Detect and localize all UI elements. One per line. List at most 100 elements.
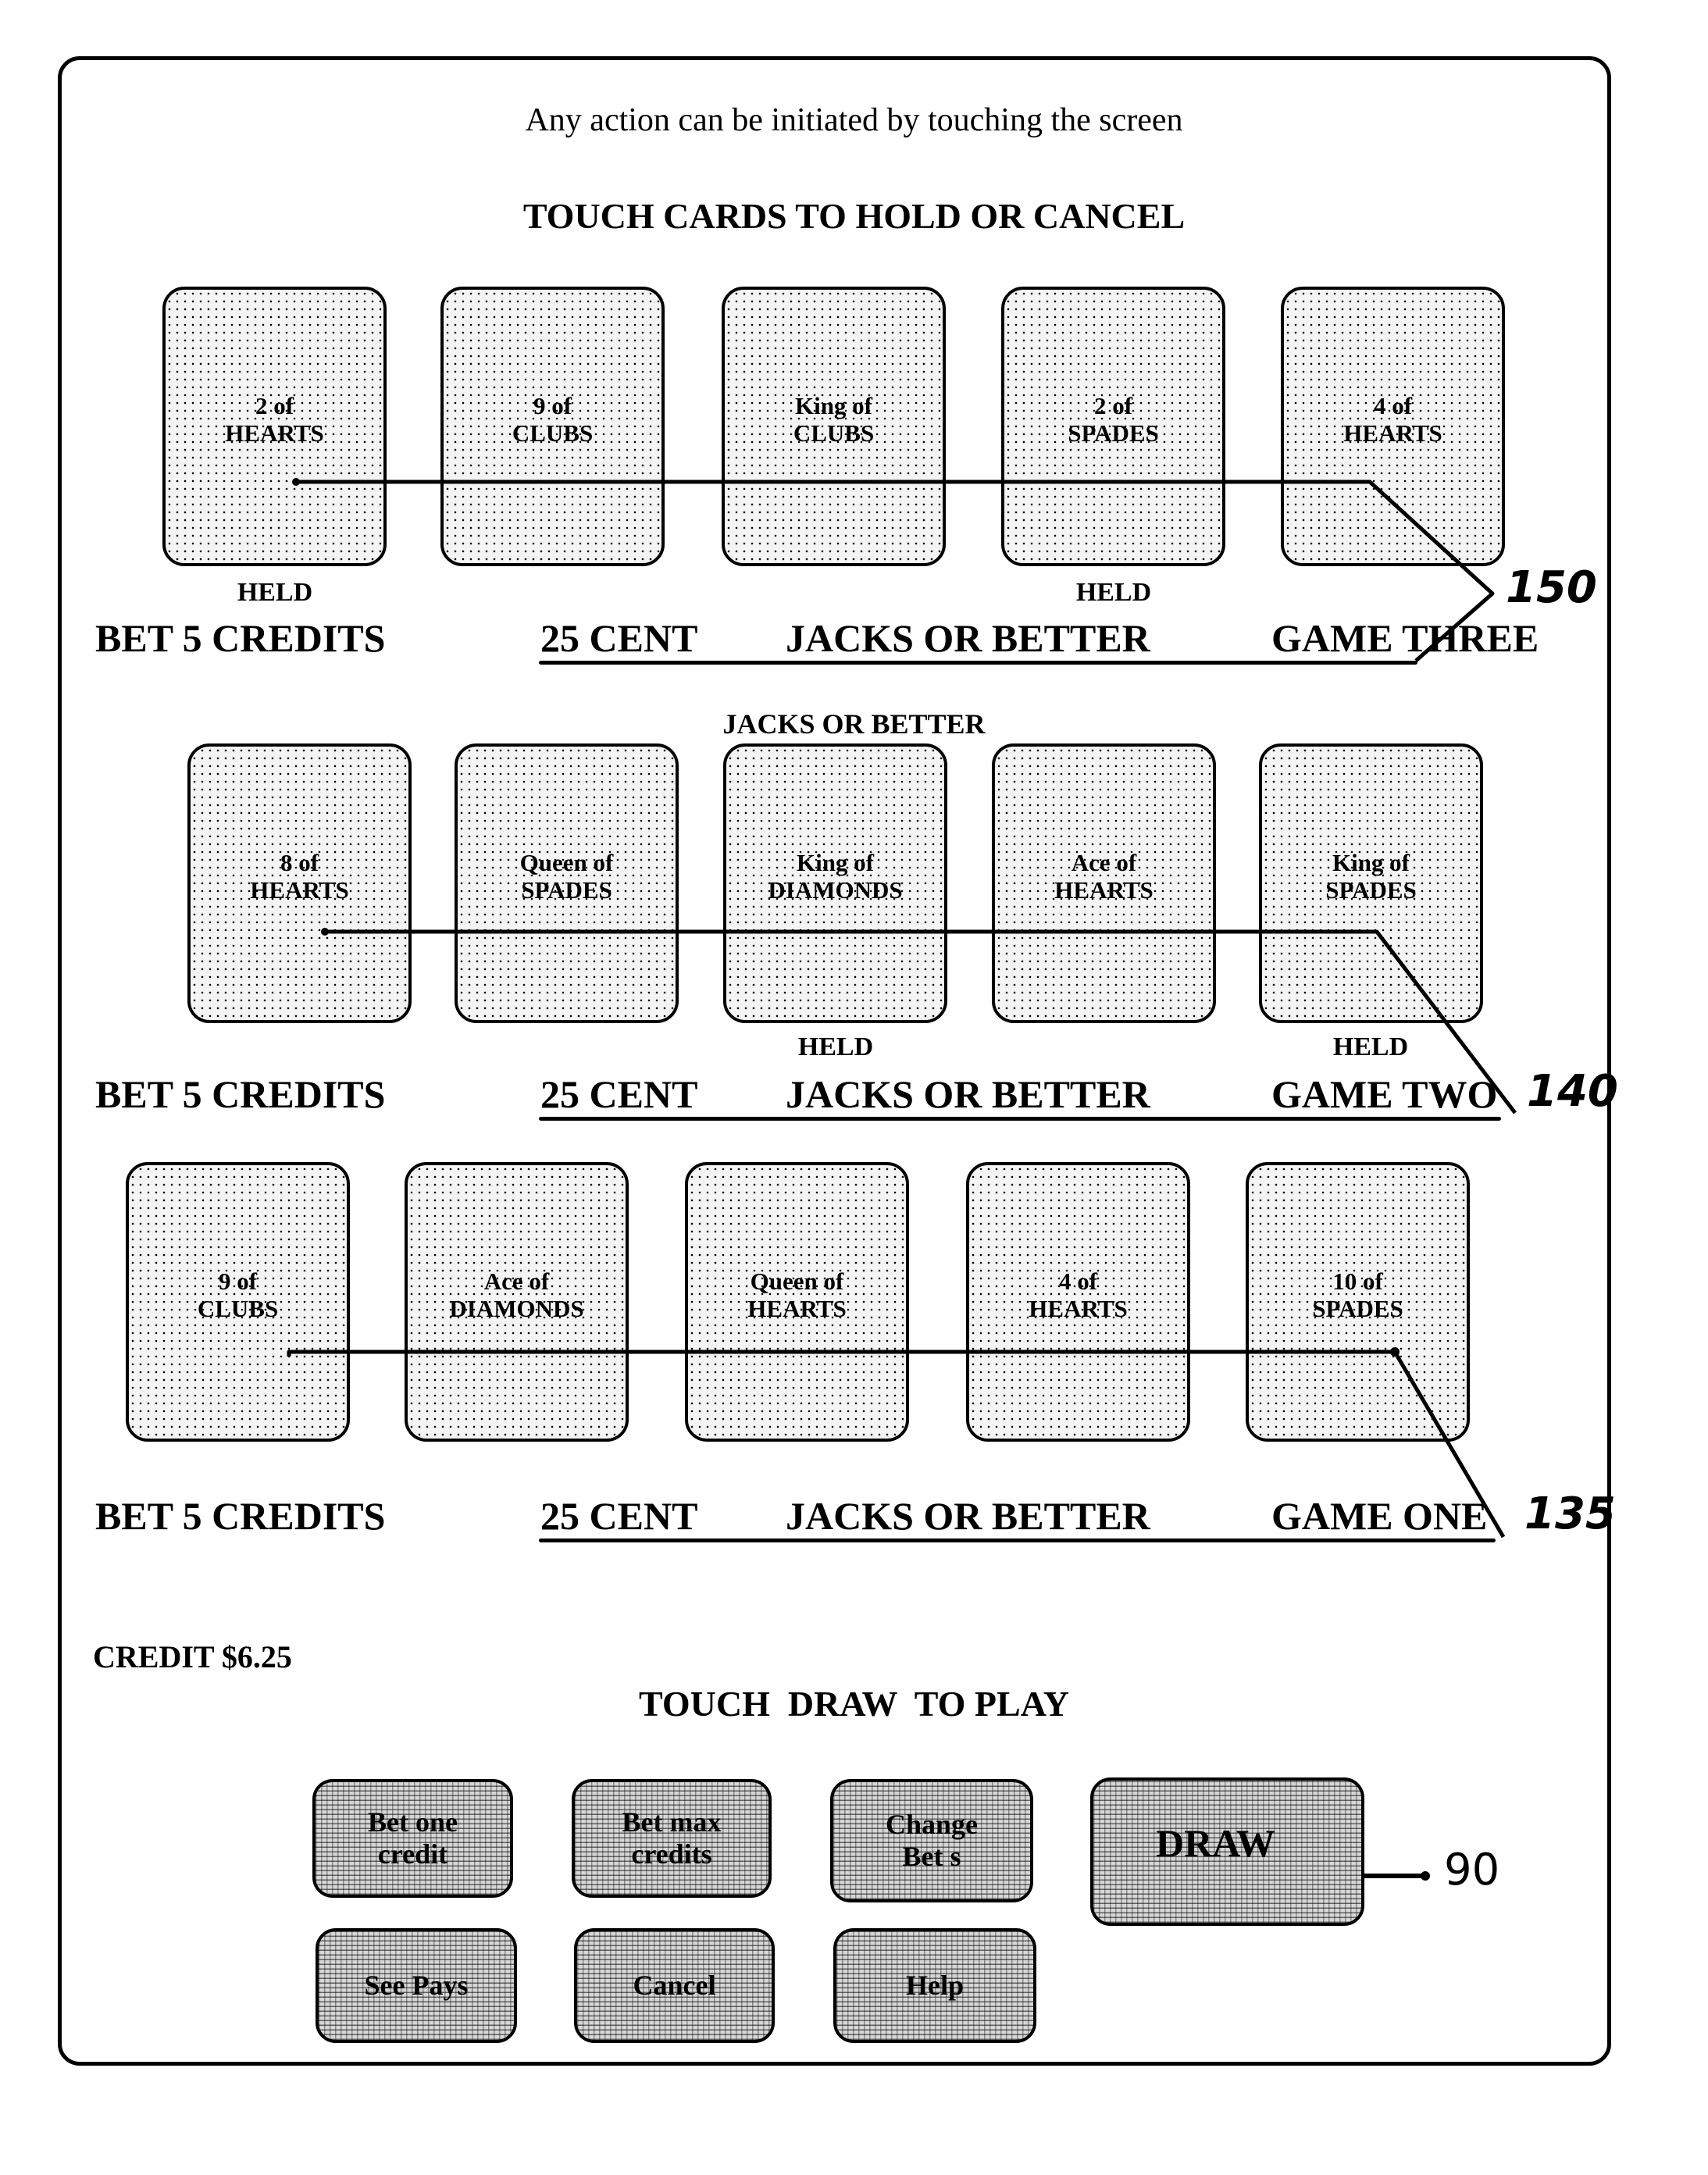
card-game2-4[interactable]: Ace of HEARTS xyxy=(992,743,1216,1023)
card-game1-2[interactable]: Ace of DIAMONDS xyxy=(405,1162,629,1442)
button-label-line: credit xyxy=(377,1838,448,1870)
held-indicator-game3-card4: HELD xyxy=(1075,578,1152,607)
card-label: 2 of HEARTS xyxy=(225,393,323,447)
button-label: Bet max credits xyxy=(622,1806,722,1871)
button-label: Change Bet s xyxy=(886,1809,978,1874)
card-suit: DIAMONDS xyxy=(449,1295,584,1322)
button-label-line: Change xyxy=(885,1808,979,1840)
game3-bet: BET 5 CREDITS xyxy=(95,616,386,660)
button-label: Cancel xyxy=(633,1970,716,2002)
card-game1-3[interactable]: Queen of HEARTS xyxy=(685,1162,909,1442)
game3-game-name: GAME THREE xyxy=(1271,616,1539,660)
reference-numeral-135: 135 xyxy=(1524,1489,1616,1539)
button-label-line: Cancel xyxy=(633,1969,716,2001)
card-rank: 4 of xyxy=(1058,1268,1098,1296)
game2-denomination: 25 CENT xyxy=(540,1072,698,1116)
card-suit: SPADES xyxy=(1325,876,1417,904)
card-suit: CLUBS xyxy=(197,1295,279,1322)
card-suit: SPADES xyxy=(1312,1295,1403,1322)
card-game3-5[interactable]: 4 of HEARTS xyxy=(1281,287,1505,566)
draw-instruction: TOUCH DRAW TO PLAY xyxy=(639,1684,1069,1724)
hold-instruction: TOUCH CARDS TO HOLD OR CANCEL xyxy=(522,196,1186,236)
reference-numeral-150: 150 xyxy=(1506,562,1597,613)
card-rank: 10 of xyxy=(1332,1268,1383,1296)
card-label: 2 of SPADES xyxy=(1068,393,1159,447)
card-label: 9 of CLUBS xyxy=(198,1268,278,1322)
button-label-line: Bet one xyxy=(368,1806,458,1838)
button-label-line: credits xyxy=(631,1838,712,1870)
game1-denomination: 25 CENT xyxy=(540,1494,698,1538)
card-game2-2[interactable]: Queen of SPADES xyxy=(455,743,679,1023)
card-rank: Queen of xyxy=(750,1268,844,1296)
card-label: Ace of HEARTS xyxy=(1054,850,1153,904)
card-suit: HEARTS xyxy=(1343,419,1442,447)
game1-game-type: JACKS OR BETTER xyxy=(786,1494,1150,1538)
card-rank: 9 of xyxy=(533,392,572,420)
card-rank: King of xyxy=(1332,849,1410,877)
card-label: 8 of HEARTS xyxy=(250,850,348,904)
game2-game-type: JACKS OR BETTER xyxy=(786,1072,1150,1116)
card-suit: DIAMONDS xyxy=(768,876,903,904)
card-rank: Ace of xyxy=(1071,849,1137,877)
game3-underline xyxy=(539,661,1417,665)
card-rank: 4 of xyxy=(1373,392,1413,420)
bet-one-credit-button[interactable]: Bet one credit xyxy=(312,1779,513,1898)
game3-game-type: JACKS OR BETTER xyxy=(786,616,1150,660)
card-game2-5[interactable]: King of SPADES xyxy=(1259,743,1483,1023)
button-label: DRAW xyxy=(1156,1821,1275,1867)
help-button[interactable]: Help xyxy=(833,1928,1036,2043)
see-pays-button[interactable]: See Pays xyxy=(316,1928,517,2043)
held-indicator-game3-card1: HELD xyxy=(237,578,313,607)
game2-underline xyxy=(539,1117,1501,1121)
card-game1-5[interactable]: 10 of SPADES xyxy=(1246,1162,1470,1442)
card-label: King of CLUBS xyxy=(793,393,874,447)
game1-game-name: GAME ONE xyxy=(1271,1494,1488,1538)
button-label-line: Help xyxy=(905,1969,964,2001)
card-label: Ace of DIAMONDS xyxy=(449,1268,583,1322)
card-game1-4[interactable]: 4 of HEARTS xyxy=(966,1162,1190,1442)
card-game3-2[interactable]: 9 of CLUBS xyxy=(440,287,665,566)
game1-underline xyxy=(539,1539,1496,1542)
card-label: Queen of SPADES xyxy=(520,850,614,904)
card-rank: 9 of xyxy=(218,1268,258,1296)
card-rank: Ace of xyxy=(483,1268,550,1296)
bet-max-credits-button[interactable]: Bet max credits xyxy=(572,1779,772,1898)
card-game2-3[interactable]: King of DIAMONDS xyxy=(723,743,947,1023)
card-label: 4 of HEARTS xyxy=(1029,1268,1127,1322)
button-label-line: Bet max xyxy=(622,1806,722,1838)
card-label: Queen of HEARTS xyxy=(747,1268,846,1322)
game2-bet: BET 5 CREDITS xyxy=(95,1072,386,1116)
button-label: Bet one credit xyxy=(368,1806,458,1871)
intro-text: Any action can be initiated by touching … xyxy=(525,102,1183,138)
game3-denomination: 25 CENT xyxy=(540,616,698,660)
card-game3-3[interactable]: King of CLUBS xyxy=(722,287,946,566)
button-label-line: Bet s xyxy=(902,1841,961,1872)
card-suit: HEARTS xyxy=(250,876,349,904)
card-suit: CLUBS xyxy=(512,419,594,447)
change-bets-button[interactable]: Change Bet s xyxy=(830,1779,1033,1902)
draw-button[interactable]: DRAW xyxy=(1090,1777,1364,1926)
card-label: 10 of SPADES xyxy=(1312,1268,1403,1322)
card-suit: HEARTS xyxy=(225,419,324,447)
card-game3-4[interactable]: 2 of SPADES xyxy=(1001,287,1225,566)
card-rank: King of xyxy=(796,849,875,877)
card-suit: CLUBS xyxy=(793,419,875,447)
card-game2-1[interactable]: 8 of HEARTS xyxy=(187,743,412,1023)
cancel-button[interactable]: Cancel xyxy=(574,1928,775,2043)
card-label: King of DIAMONDS xyxy=(768,850,902,904)
card-suit: SPADES xyxy=(521,876,612,904)
button-label-line: DRAW xyxy=(1156,1821,1275,1866)
held-indicator-game2-card3: HELD xyxy=(797,1032,874,1061)
card-rank: 2 of xyxy=(255,392,294,420)
card-game3-1[interactable]: 2 of HEARTS xyxy=(162,287,387,566)
card-suit: SPADES xyxy=(1068,419,1159,447)
card-label: 9 of CLUBS xyxy=(512,393,593,447)
card-rank: King of xyxy=(794,392,873,420)
card-label: 4 of HEARTS xyxy=(1343,393,1442,447)
card-label: King of SPADES xyxy=(1325,850,1417,904)
held-indicator-game2-card5: HELD xyxy=(1332,1032,1409,1061)
button-label: Help xyxy=(906,1970,964,2002)
card-suit: HEARTS xyxy=(747,1295,847,1322)
card-game1-1[interactable]: 9 of CLUBS xyxy=(126,1162,350,1442)
card-rank: 2 of xyxy=(1093,392,1133,420)
